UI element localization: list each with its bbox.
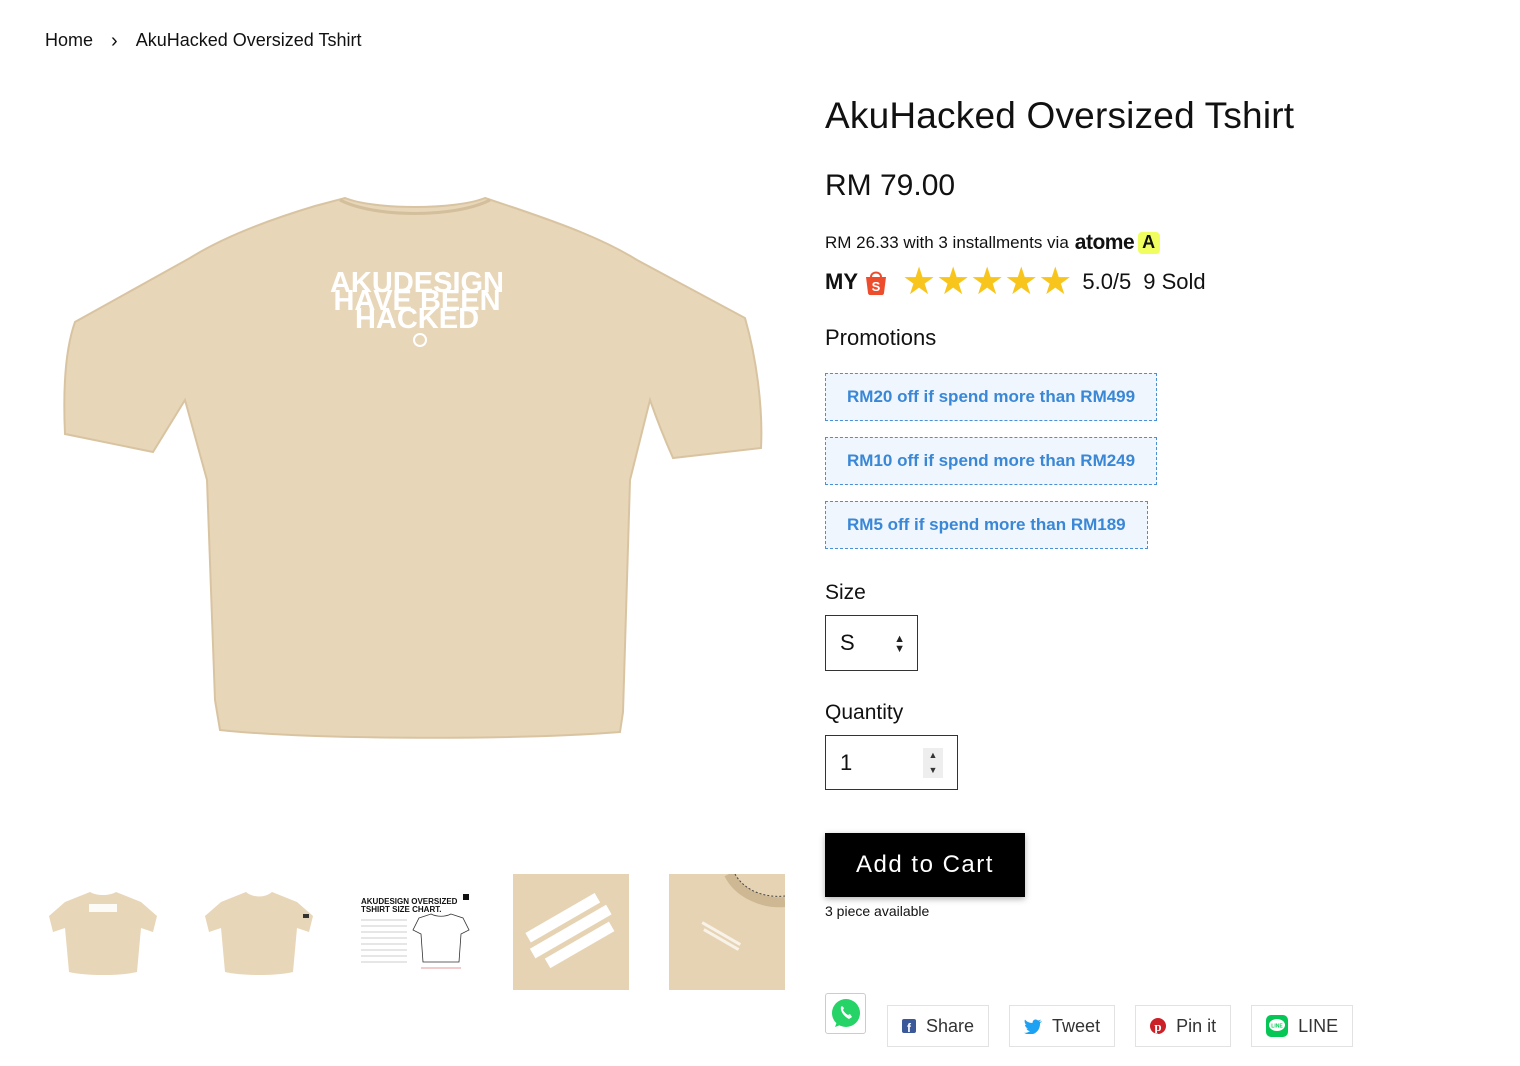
rating-score: 5.0/5 — [1082, 269, 1132, 294]
sold-count: 9 Sold — [1143, 269, 1206, 294]
size-chart-subtitle: TSHIRT SIZE CHART. — [361, 905, 441, 914]
product-info: AkuHacked Oversized Tshirt RM 79.00 RM 2… — [825, 95, 1485, 919]
line-icon: LINE — [1266, 1015, 1289, 1037]
pinterest-share-button[interactable]: p Pin it — [1135, 1005, 1232, 1047]
thumbnail-back[interactable] — [45, 874, 161, 990]
thumbnail-front[interactable] — [201, 874, 317, 990]
thumbnail-strip: AKUDESIGN OVERSIZED TSHIRT SIZE CHART. — [45, 874, 785, 990]
main-product-image[interactable]: AKUDESIGN HAVE BEEN HACKED — [45, 100, 785, 840]
thumbnail-print-closeup[interactable] — [513, 874, 629, 990]
svg-text:S: S — [872, 279, 881, 294]
twitter-share-label: Tweet — [1052, 1015, 1101, 1036]
promo-item[interactable]: RM20 off if spend more than RM499 — [825, 373, 1158, 421]
breadcrumb-separator: › — [111, 29, 118, 52]
promo-item[interactable]: RM5 off if spend more than RM189 — [825, 501, 1148, 549]
atome-icon — [1138, 232, 1161, 254]
promotions-list: RM20 off if spend more than RM499 RM10 o… — [825, 357, 1485, 549]
rating-stars: ★★★★★ — [902, 261, 1073, 303]
breadcrumb: Home › AkuHacked Oversized Tshirt — [45, 30, 361, 51]
size-selected-value: S — [840, 630, 855, 655]
promo-item[interactable]: RM10 off if spend more than RM249 — [825, 437, 1158, 485]
whatsapp-button[interactable] — [825, 993, 866, 1034]
region-label: MY — [825, 269, 858, 294]
tshirt-print-line3: HACKED — [355, 303, 479, 335]
installment-info: RM 26.33 with 3 installments via atome — [825, 231, 1485, 255]
facebook-share-label: Share — [926, 1015, 975, 1036]
atome-logo[interactable]: atome — [1074, 231, 1161, 255]
whatsapp-icon — [831, 998, 860, 1027]
add-to-cart-button[interactable]: Add to Cart — [825, 833, 1025, 897]
thumbnail-size-chart[interactable]: AKUDESIGN OVERSIZED TSHIRT SIZE CHART. — [357, 874, 473, 990]
line-share-label: LINE — [1298, 1015, 1339, 1036]
shopee-rating: MY S ★★★★★ 5.0/5 9 Sold — [825, 261, 1485, 303]
svg-text:LINE: LINE — [1271, 1024, 1283, 1030]
size-select[interactable]: S ▲ ▼ — [825, 615, 918, 671]
shopee-bag-icon: S — [866, 271, 886, 295]
size-label: Size — [825, 581, 866, 604]
line-share-button[interactable]: LINE LINE — [1251, 1005, 1354, 1047]
quantity-label: Quantity — [825, 701, 904, 724]
promotions-heading: Promotions — [825, 325, 937, 350]
pinterest-icon: p — [1150, 1018, 1167, 1034]
breadcrumb-current: AkuHacked Oversized Tshirt — [135, 30, 362, 50]
stock-availability: 3 piece available — [825, 903, 930, 919]
atome-logo-text: atome — [1074, 231, 1135, 254]
social-share-row: f Share Tweet p Pin it LINE LINE — [825, 993, 1373, 1047]
breadcrumb-home-link[interactable]: Home — [45, 30, 93, 51]
tshirt-back-image: AKUDESIGN HAVE BEEN HACKED — [63, 196, 763, 739]
pinterest-share-label: Pin it — [1176, 1015, 1217, 1036]
facebook-share-button[interactable]: f Share — [887, 1005, 990, 1047]
facebook-icon: f — [902, 1019, 916, 1033]
product-price: RM 79.00 — [825, 169, 956, 202]
installment-text: RM 26.33 with 3 installments via — [825, 233, 1069, 252]
quantity-value: 1 — [840, 749, 853, 775]
product-title: AkuHacked Oversized Tshirt — [825, 95, 1295, 136]
twitter-share-button[interactable]: Tweet — [1009, 1005, 1116, 1047]
quantity-input[interactable]: 1 ▲ ▼ — [825, 735, 958, 790]
twitter-icon — [1024, 1018, 1043, 1034]
thumbnail-collar-detail[interactable] — [669, 874, 785, 990]
select-arrows-icon: ▲ ▼ — [894, 633, 905, 655]
svg-text:p: p — [1154, 1019, 1161, 1034]
quantity-stepper[interactable]: ▲ ▼ — [923, 748, 943, 778]
